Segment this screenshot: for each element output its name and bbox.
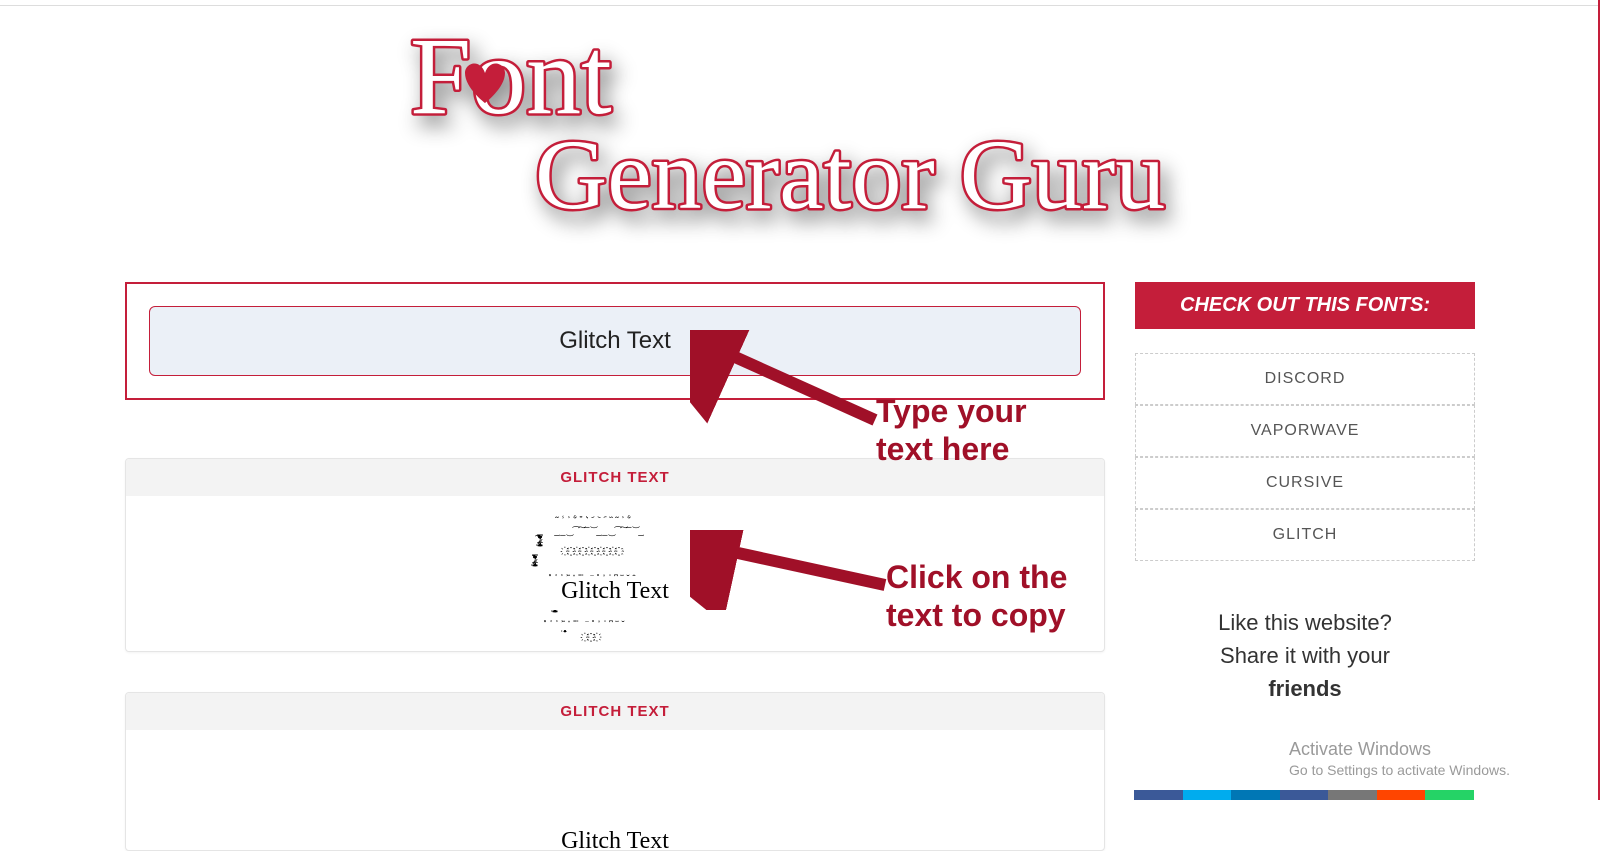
site-logo: Font Generator Guru bbox=[0, 0, 1600, 253]
main-column: GLITCH TEXT ᷉ ̾ ͐ ͋ ͒ ͛ ᷄ ᷅ ᷇ ᷈ ᷉ ͐ ͋ ͢ … bbox=[125, 282, 1105, 851]
share-rd[interactable] bbox=[1377, 790, 1426, 800]
share-box: Like this website? Share it with your fr… bbox=[1135, 606, 1475, 705]
input-container bbox=[125, 282, 1105, 400]
sidebar-item-vaporwave[interactable]: VAPORWAVE bbox=[1135, 405, 1475, 457]
sidebar-item-glitch[interactable]: GLITCH bbox=[1135, 509, 1475, 561]
result-body-2[interactable]: Glitch Text bbox=[126, 730, 1104, 850]
glitch-text-output-2: Glitch Text bbox=[535, 760, 695, 851]
result-card-2: GLITCH TEXT Glitch Text bbox=[125, 692, 1105, 851]
share-line-2: Share it with your bbox=[1135, 639, 1475, 672]
share-wa[interactable] bbox=[1425, 790, 1474, 800]
share-tw[interactable] bbox=[1183, 790, 1232, 800]
share-li[interactable] bbox=[1231, 790, 1280, 800]
sidebar: CHECK OUT THIS FONTS: DISCORD VAPORWAVE … bbox=[1135, 282, 1475, 705]
sidebar-item-cursive[interactable]: CURSIVE bbox=[1135, 457, 1475, 509]
text-input[interactable] bbox=[149, 306, 1081, 376]
share-fb[interactable] bbox=[1134, 790, 1183, 800]
share-line-3: friends bbox=[1135, 672, 1475, 705]
font-list: DISCORD VAPORWAVE CURSIVE GLITCH bbox=[1135, 353, 1475, 561]
glitch-base-text: Glitch Text bbox=[535, 578, 695, 605]
share-line-1: Like this website? bbox=[1135, 606, 1475, 639]
logo-svg: Font Generator Guru bbox=[390, 18, 1210, 248]
glitch-base-text-2: Glitch Text bbox=[535, 828, 695, 851]
share-button-strip bbox=[1134, 790, 1474, 800]
logo-word-generator-guru: Generator Guru bbox=[535, 119, 1165, 230]
glitch-text-output: ᷉ ̾ ͐ ͋ ͒ ͛ ᷄ ᷅ ᷇ ᷈ ᷉ ͐ ͋ ͢ ͟ ͜ ͡ ͠ ͞ ͝ … bbox=[535, 526, 695, 626]
result-body-1[interactable]: ᷉ ̾ ͐ ͋ ͒ ͛ ᷄ ᷅ ᷇ ᷈ ᷉ ͐ ͋ ͢ ͟ ͜ ͡ ͠ ͞ ͝ … bbox=[126, 496, 1104, 651]
result-card-1: GLITCH TEXT ᷉ ̾ ͐ ͋ ͒ ͛ ᷄ ᷅ ᷇ ᷈ ᷉ ͐ ͋ ͢ … bbox=[125, 458, 1105, 652]
sidebar-item-discord[interactable]: DISCORD bbox=[1135, 353, 1475, 405]
share-em[interactable] bbox=[1328, 790, 1377, 800]
sidebar-heading: CHECK OUT THIS FONTS: bbox=[1135, 282, 1475, 329]
share-ms[interactable] bbox=[1280, 790, 1329, 800]
result-header-2: GLITCH TEXT bbox=[126, 693, 1104, 730]
result-header: GLITCH TEXT bbox=[126, 459, 1104, 496]
